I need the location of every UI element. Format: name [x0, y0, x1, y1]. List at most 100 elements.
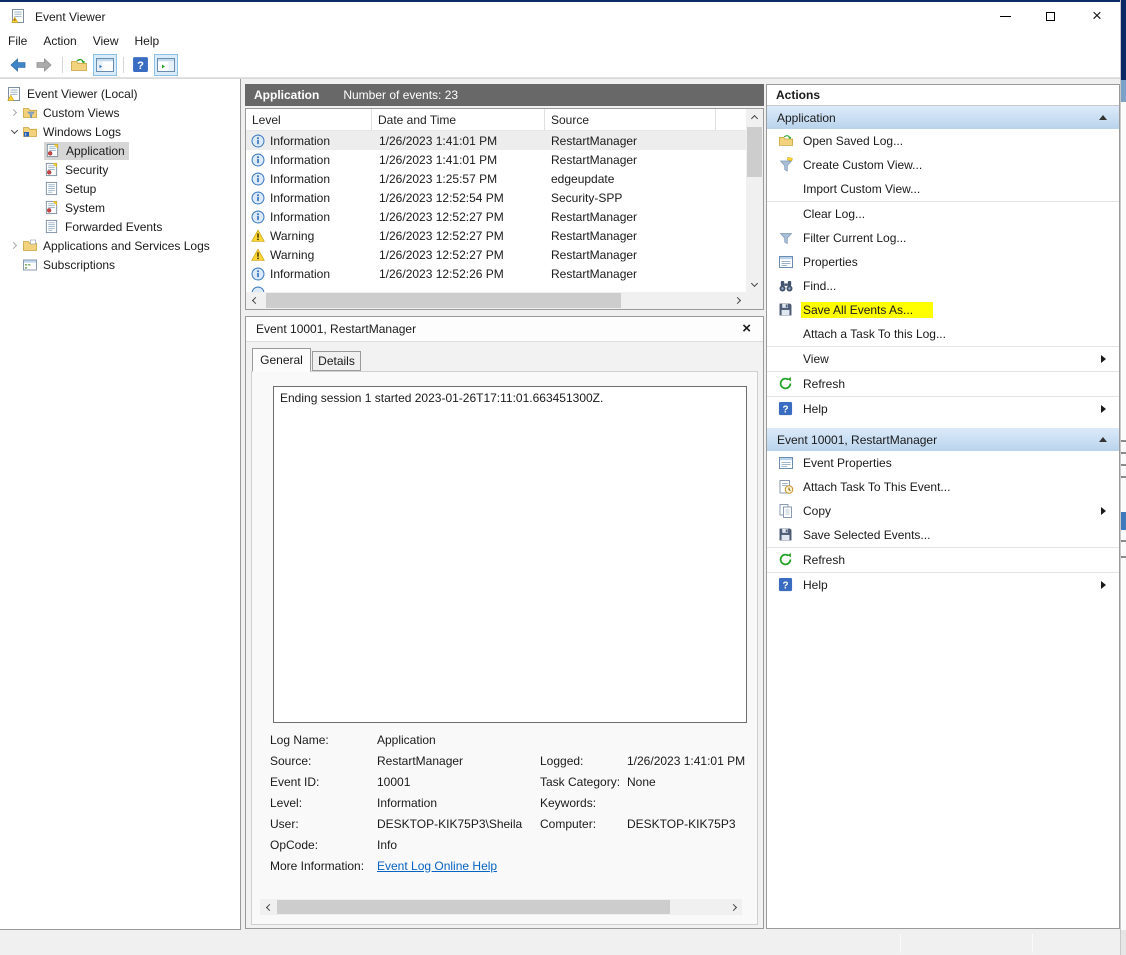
action-copy[interactable]: Copy — [767, 499, 1119, 523]
menu-file[interactable]: File — [0, 30, 35, 52]
console-tree-icon — [96, 58, 114, 72]
field-log-name-label: Log Name: — [270, 733, 377, 747]
action-refresh[interactable]: Refresh — [767, 372, 1119, 396]
event-datetime: 1/26/2023 1:25:57 PM — [372, 172, 545, 186]
event-viewer-icon — [6, 86, 22, 102]
action-clear-log[interactable]: Clear Log... — [767, 202, 1119, 226]
scroll-right-icon[interactable] — [730, 292, 746, 309]
scroll-up-icon[interactable] — [746, 109, 763, 125]
help-button[interactable]: ? — [128, 54, 152, 76]
action-find[interactable]: Find... — [767, 274, 1119, 298]
open-saved-log-button[interactable] — [67, 54, 91, 76]
column-header-level[interactable]: Level — [246, 109, 372, 130]
open-folder-icon — [70, 57, 88, 73]
column-header-source[interactable]: Source — [545, 109, 716, 130]
property-row: Event ID: 10001 Task Category: None — [252, 771, 757, 792]
action-attach-task-to-event[interactable]: Attach Task To This Event... — [767, 475, 1119, 499]
actions-group-header-event[interactable]: Event 10001, RestartManager — [767, 428, 1119, 451]
close-button[interactable]: × — [1082, 2, 1112, 30]
scroll-down-icon[interactable] — [746, 276, 763, 292]
action-save-all-events-as[interactable]: Save All Events As... — [767, 298, 1119, 322]
column-header-date[interactable]: Date and Time — [372, 109, 545, 130]
toolbar-separator — [123, 57, 124, 73]
action-label: Find... — [803, 279, 836, 293]
scrollbar-thumb[interactable] — [277, 900, 670, 914]
expand-chevron-icon[interactable] — [6, 110, 22, 115]
event-description-box[interactable]: Ending session 1 started 2023-01-26T17:1… — [273, 386, 747, 723]
collapse-icon[interactable] — [1099, 437, 1107, 442]
action-label: Create Custom View... — [803, 158, 922, 172]
event-row[interactable]: Information 1/26/2023 1:41:01 PM Restart… — [246, 150, 746, 169]
detail-close-button[interactable]: × — [742, 320, 751, 337]
event-source: RestartManager — [545, 229, 746, 243]
tab-general[interactable]: General — [252, 348, 311, 372]
menu-action[interactable]: Action — [35, 30, 84, 52]
vertical-scrollbar[interactable] — [746, 109, 763, 292]
action-save-selected-events[interactable]: Save Selected Events... — [767, 523, 1119, 547]
menu-view[interactable]: View — [85, 30, 127, 52]
event-row[interactable]: Information 1/26/2023 12:52:26 PM Restar… — [246, 264, 746, 283]
forward-button[interactable] — [32, 54, 56, 76]
collapse-icon[interactable] — [1099, 115, 1107, 120]
collapse-chevron-icon[interactable] — [6, 128, 22, 135]
action-view[interactable]: View — [767, 347, 1119, 371]
action-help[interactable]: ? Help — [767, 397, 1119, 421]
minimize-button[interactable] — [990, 2, 1020, 30]
field-more-info-label: More Information: — [270, 859, 377, 873]
action-properties[interactable]: Properties — [767, 250, 1119, 274]
tree-item-label: Subscriptions — [43, 258, 115, 272]
action-import-custom-view[interactable]: Import Custom View... — [767, 177, 1119, 201]
event-row[interactable]: Information 1/26/2023 1:41:01 PM Restart… — [246, 131, 746, 150]
action-label: Refresh — [803, 377, 845, 391]
scroll-left-icon[interactable] — [246, 292, 262, 309]
tree-item-windows-logs[interactable]: Windows Logs — [0, 122, 240, 141]
tree-item-root[interactable]: Event Viewer (Local) — [0, 84, 240, 103]
property-row: Level: Information Keywords: — [252, 792, 757, 813]
action-filter-current-log[interactable]: Filter Current Log... — [767, 226, 1119, 250]
log-plain-icon — [44, 219, 60, 235]
event-row[interactable]: Warning 1/26/2023 12:52:27 PM RestartMan… — [246, 226, 746, 245]
scroll-left-icon[interactable] — [260, 899, 276, 915]
open-folder-icon — [778, 133, 794, 149]
action-open-saved-log[interactable]: Open Saved Log... — [767, 129, 1119, 153]
tab-details[interactable]: Details — [312, 351, 361, 371]
horizontal-scrollbar[interactable] — [246, 292, 746, 309]
event-row[interactable]: Information 1/26/2023 1:25:57 PM edgeupd… — [246, 169, 746, 188]
event-row[interactable]: Warning 1/26/2023 12:52:27 PM RestartMan… — [246, 245, 746, 264]
tree-item-setup[interactable]: Setup — [0, 179, 240, 198]
event-row[interactable]: Information 1/26/2023 12:52:27 PM Restar… — [246, 207, 746, 226]
event-row-partial[interactable] — [246, 283, 746, 292]
action-attach-task-to-log[interactable]: Attach a Task To this Log... — [767, 322, 1119, 346]
tree-item-apps-services-logs[interactable]: Applications and Services Logs — [0, 236, 240, 255]
console-tree-toggle-button[interactable] — [93, 54, 117, 76]
folder-logs-icon — [22, 124, 38, 140]
menu-help[interactable]: Help — [127, 30, 168, 52]
detail-horizontal-scrollbar[interactable] — [260, 899, 742, 915]
expand-chevron-icon[interactable] — [6, 243, 22, 248]
event-row[interactable]: Information 1/26/2023 12:52:54 PM Securi… — [246, 188, 746, 207]
tree-item-security[interactable]: Security — [0, 160, 240, 179]
tree-item-forwarded-events[interactable]: Forwarded Events — [0, 217, 240, 236]
action-event-properties[interactable]: Event Properties — [767, 451, 1119, 475]
action-refresh-event[interactable]: Refresh — [767, 548, 1119, 572]
scrollbar-thumb[interactable] — [266, 293, 621, 308]
action-pane-toggle-button[interactable] — [154, 54, 178, 76]
back-button[interactable] — [6, 54, 30, 76]
property-row: Source: RestartManager Logged: 1/26/2023… — [252, 750, 757, 771]
tree-item-custom-views[interactable]: Custom Views — [0, 103, 240, 122]
scroll-right-icon[interactable] — [726, 899, 742, 915]
event-datetime: 1/26/2023 12:52:54 PM — [372, 191, 545, 205]
maximize-button[interactable] — [1035, 2, 1065, 30]
action-create-custom-view[interactable]: Create Custom View... — [767, 153, 1119, 177]
tree-item-system[interactable]: System — [0, 198, 240, 217]
tree-item-application[interactable]: Application — [0, 141, 240, 160]
actions-group-header-application[interactable]: Application — [767, 106, 1119, 129]
event-log-online-help-link[interactable]: Event Log Online Help — [377, 859, 497, 873]
field-user-label: User: — [270, 817, 377, 831]
action-help-event[interactable]: ? Help — [767, 573, 1119, 597]
screen-edge-artifact — [1120, 0, 1126, 955]
folder-filter-icon — [22, 105, 38, 121]
scrollbar-thumb[interactable] — [747, 127, 762, 177]
tree-item-subscriptions[interactable]: Subscriptions — [0, 255, 240, 274]
tree-item-label: Security — [65, 163, 108, 177]
